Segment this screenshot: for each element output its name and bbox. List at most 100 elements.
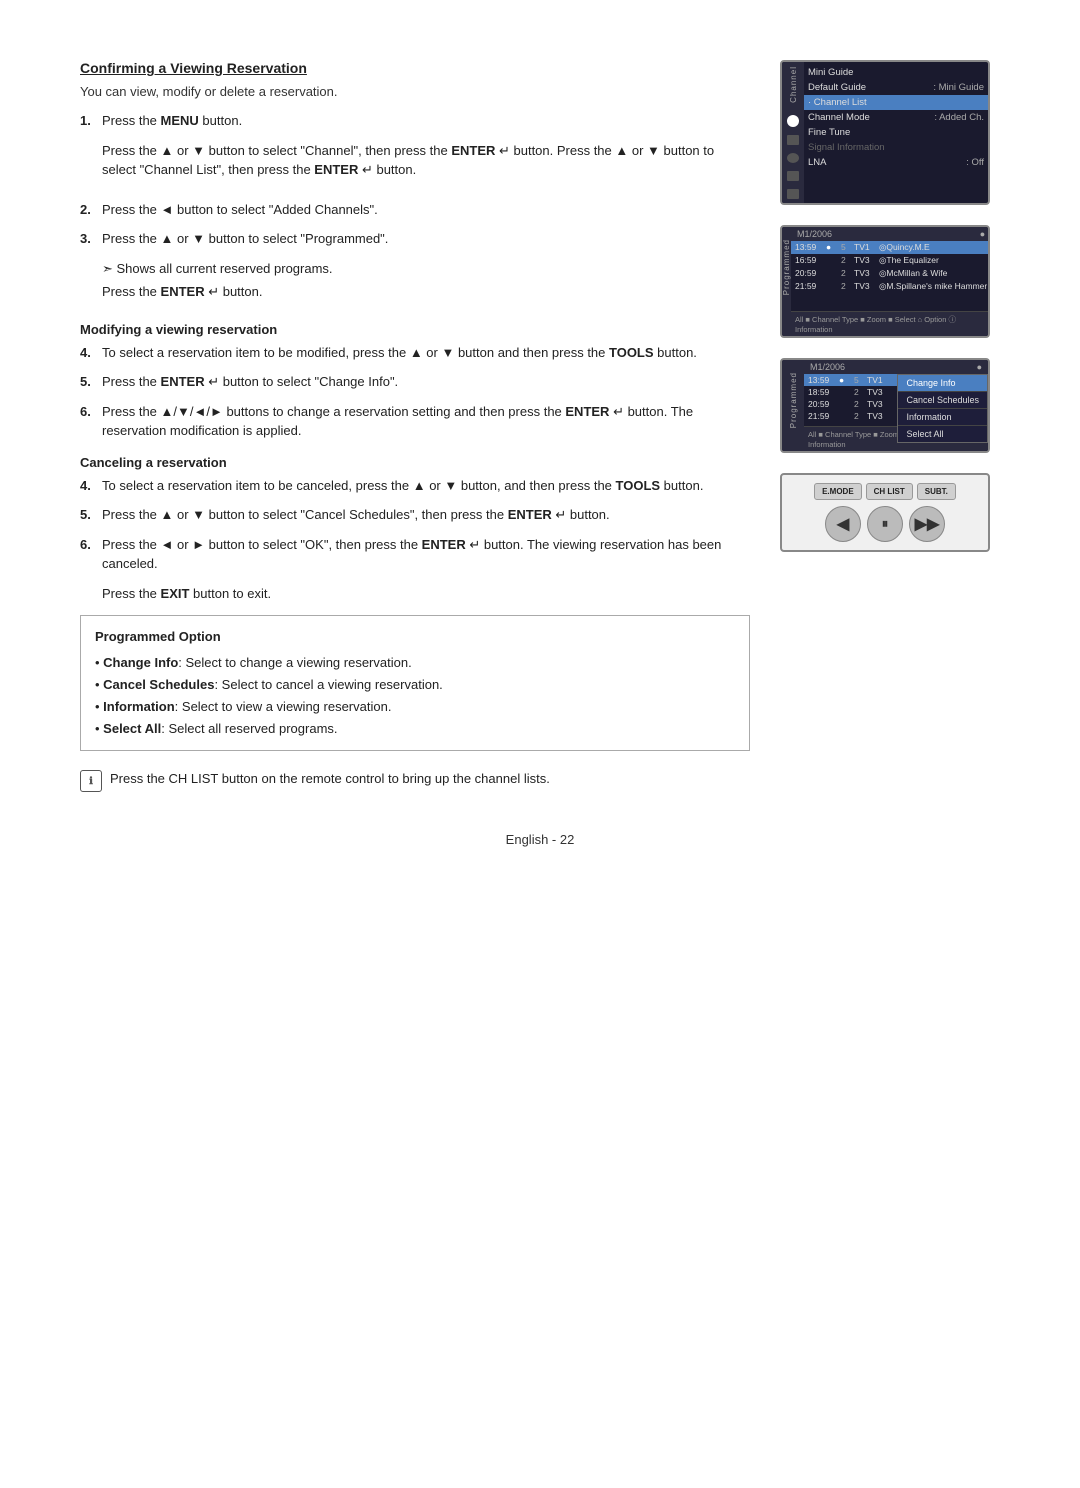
- can-step-6-num: 6.: [80, 535, 102, 574]
- menu-item-signalinfo: Signal Information: [804, 140, 988, 155]
- step-3: 3. Press the ▲ or ▼ button to select "Pr…: [80, 229, 750, 249]
- chlist-button[interactable]: CH LIST: [866, 483, 913, 500]
- menu-item-defaultguide: Default Guide : Mini Guide: [804, 80, 988, 95]
- sidebar-icon-2: [787, 135, 799, 145]
- menu-item-lna: LNA : Off: [804, 155, 988, 170]
- can-step-4-content: To select a reservation item to be cance…: [102, 476, 750, 496]
- option-item-2: Cancel Schedules: Select to cancel a vie…: [95, 674, 735, 696]
- prog-screen-1-inner: Programmed M1/2006 ● 13:59 ● 5 TV1 ◎Quin…: [782, 227, 988, 336]
- prog-dot-1: ●: [980, 229, 985, 239]
- can-step-4: 4. To select a reservation item to be ca…: [80, 476, 750, 496]
- prog-screen-2-inner: Programmed M1/2006 ● 13:59 ● 5 TV1: [782, 360, 988, 451]
- prog-footer-1: All ■ Channel Type ■ Zoom ■ Select ⌂ Opt…: [791, 311, 990, 336]
- prog-date-2: M1/2006: [810, 362, 845, 372]
- sidebar-icon-4: [787, 171, 799, 181]
- context-item-information: Information: [898, 409, 987, 426]
- prog-row-1-2: 16:59 2 TV3 ◎The Equalizer: [791, 254, 990, 267]
- remote-control: E.MODE CH LIST SUBT. ◀ ⏸ ▶▶: [780, 473, 990, 552]
- mod-step-5-num: 5.: [80, 372, 102, 392]
- step-3-content: Press the ▲ or ▼ button to select "Progr…: [102, 229, 750, 249]
- enter-key-3: ENTER: [161, 284, 205, 299]
- exit-key: EXIT: [161, 586, 190, 601]
- context-item-selectall: Select All: [898, 426, 987, 442]
- remote-top-row: E.MODE CH LIST SUBT.: [792, 483, 978, 500]
- subt-button[interactable]: SUBT.: [917, 483, 956, 500]
- option-4-bold: Select All: [103, 721, 161, 736]
- programmed-option-title: Programmed Option: [95, 626, 735, 648]
- prog-row-1-4: 21:59 2 TV3 ◎M.Spillane's mike Hammer: [791, 280, 990, 293]
- canceling-subheading: Canceling a reservation: [80, 455, 750, 470]
- step-1-sub: Press the ▲ or ▼ button to select "Chann…: [102, 141, 750, 180]
- mod-step-5: 5. Press the ENTER ↵ button to select "C…: [80, 372, 750, 392]
- tools-key-1: TOOLS: [609, 345, 654, 360]
- programmed-option-box: Programmed Option Change Info: Select to…: [80, 615, 750, 751]
- can-step-6: 6. Press the ◄ or ► button to select "OK…: [80, 535, 750, 574]
- page-container: Confirming a Viewing Reservation You can…: [0, 0, 1080, 1488]
- prog-sidebar-label-2: Programmed: [789, 372, 798, 428]
- enter-key-7: ENTER: [422, 537, 466, 552]
- channel-sidebar: Channel: [782, 62, 804, 203]
- footer-text: English - 22: [506, 832, 575, 847]
- programmed-screen-1: Programmed M1/2006 ● 13:59 ● 5 TV1 ◎Quin…: [780, 225, 990, 338]
- tools-key-2: TOOLS: [616, 478, 661, 493]
- can-step-5-num: 5.: [80, 505, 102, 525]
- next-button[interactable]: ▶▶: [909, 506, 945, 542]
- step-3-num: 3.: [80, 229, 102, 249]
- mod-step-4-num: 4.: [80, 343, 102, 363]
- menu-key: MENU: [161, 113, 199, 128]
- option-3-bold: Information: [103, 699, 175, 714]
- prog-row-1-1: 13:59 ● 5 TV1 ◎Quincy.M.E: [791, 241, 990, 254]
- page-footer: English - 22: [80, 832, 1000, 847]
- enter-key-1: ENTER: [451, 143, 495, 158]
- enter-key-2: ENTER: [314, 162, 358, 177]
- mod-step-5-content: Press the ENTER ↵ button to select "Chan…: [102, 372, 750, 392]
- left-column: Confirming a Viewing Reservation You can…: [80, 60, 750, 792]
- channel-menu-screen: Channel Mini Guide Default Guide: [780, 60, 990, 205]
- prog-header-2: M1/2006 ●: [804, 360, 988, 374]
- sidebar-icon-1: [787, 115, 799, 127]
- context-menu-popup: Change Info Cancel Schedules Information…: [897, 374, 988, 443]
- enter-key-4: ENTER: [161, 374, 205, 389]
- prog-row-1-3: 20:59 2 TV3 ◎McMillan & Wife: [791, 267, 990, 280]
- can-step-5-content: Press the ▲ or ▼ button to select "Cance…: [102, 505, 750, 525]
- emode-button[interactable]: E.MODE: [814, 483, 862, 500]
- menu-item-miniguide: Mini Guide: [804, 65, 988, 80]
- mod-step-6-num: 6.: [80, 402, 102, 441]
- option-2-bold: Cancel Schedules: [103, 677, 214, 692]
- section-title: Confirming a Viewing Reservation: [80, 60, 750, 76]
- prev-button[interactable]: ◀: [825, 506, 861, 542]
- step-1-content: Press the MENU button.: [102, 111, 750, 131]
- mod-step-6: 6. Press the ▲/▼/◄/► buttons to change a…: [80, 402, 750, 441]
- prog-dot-2: ●: [977, 362, 982, 372]
- mod-step-6-content: Press the ▲/▼/◄/► buttons to change a re…: [102, 402, 750, 441]
- modifying-subheading: Modifying a viewing reservation: [80, 322, 750, 337]
- channel-sidebar-label: Channel: [789, 66, 798, 103]
- pause-button[interactable]: ⏸: [867, 506, 903, 542]
- step-1: 1. Press the MENU button.: [80, 111, 750, 131]
- exit-note: Press the EXIT button to exit.: [102, 584, 750, 604]
- prog-sidebar-2: Programmed: [782, 360, 804, 451]
- prog-main-2: M1/2006 ● 13:59 ● 5 TV1 18:59: [804, 360, 988, 451]
- bottom-note-text: Press the CH LIST button on the remote c…: [110, 769, 550, 789]
- intro-text: You can view, modify or delete a reserva…: [80, 84, 750, 99]
- note-icon: ℹ: [80, 770, 102, 792]
- context-item-changeinfo: Change Info: [898, 375, 987, 392]
- prog-header-1: M1/2006 ●: [791, 227, 990, 241]
- mod-step-4: 4. To select a reservation item to be mo…: [80, 343, 750, 363]
- bottom-note-block: ℹ Press the CH LIST button on the remote…: [80, 769, 750, 792]
- step-2-num: 2.: [80, 200, 102, 220]
- step-3-note2: Press the ENTER ↵ button.: [102, 282, 750, 302]
- option-1-bold: Change Info: [103, 655, 178, 670]
- step-1-num: 1.: [80, 111, 102, 131]
- channel-menu-items: Mini Guide Default Guide : Mini Guide · …: [804, 62, 988, 203]
- step-3-note1: ➣ Shows all current reserved programs.: [102, 259, 750, 279]
- main-content: Confirming a Viewing Reservation You can…: [80, 60, 1000, 792]
- can-step-6-content: Press the ◄ or ► button to select "OK", …: [102, 535, 750, 574]
- can-step-5: 5. Press the ▲ or ▼ button to select "Ca…: [80, 505, 750, 525]
- right-column: Channel Mini Guide Default Guide: [780, 60, 1000, 792]
- enter-key-6: ENTER: [508, 507, 552, 522]
- channel-screen-inner: Channel Mini Guide Default Guide: [782, 62, 988, 203]
- option-item-1: Change Info: Select to change a viewing …: [95, 652, 735, 674]
- programmed-screen-2: Programmed M1/2006 ● 13:59 ● 5 TV1: [780, 358, 990, 453]
- option-item-4: Select All: Select all reserved programs…: [95, 718, 735, 740]
